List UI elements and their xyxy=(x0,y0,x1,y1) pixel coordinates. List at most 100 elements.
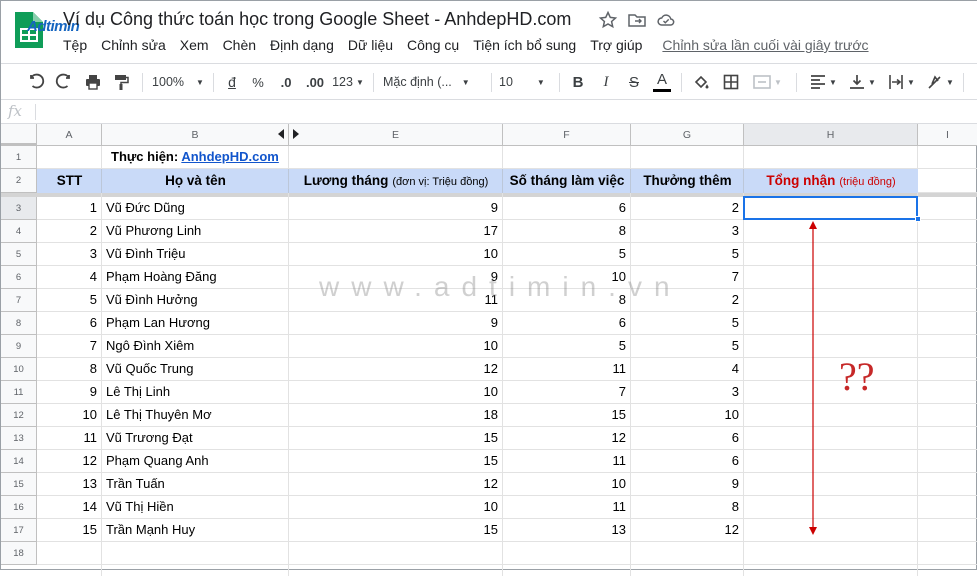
row-header[interactable]: 14 xyxy=(1,450,37,473)
cell-stt[interactable]: 2 xyxy=(37,220,101,242)
menu-format[interactable]: Định dạng xyxy=(270,37,334,55)
cell-salary[interactable]: 9 xyxy=(289,197,502,219)
cell-bonus[interactable]: 5 xyxy=(631,243,743,265)
header-name[interactable]: Họ và tên xyxy=(102,170,289,192)
cell-total[interactable] xyxy=(744,427,917,449)
cell-bonus[interactable]: 4 xyxy=(631,358,743,380)
cell-name[interactable]: Trần Mạnh Huy xyxy=(102,519,288,541)
author-cell[interactable]: Thực hiện: AnhdepHD.com xyxy=(107,146,307,169)
cell-total[interactable] xyxy=(744,312,917,334)
cell-name[interactable]: Trần Tuấn xyxy=(102,473,288,495)
borders-icon[interactable] xyxy=(719,64,743,100)
decrease-decimal-button[interactable]: .0 xyxy=(273,64,299,100)
column-header-i[interactable]: I xyxy=(918,124,977,146)
active-cell-selection[interactable] xyxy=(743,196,918,220)
cell-stt[interactable]: 11 xyxy=(37,427,101,449)
cell-stt[interactable]: 13 xyxy=(37,473,101,495)
cell-bonus[interactable]: 9 xyxy=(631,473,743,495)
header-total[interactable]: Tổng nhận (triệu đồng) xyxy=(744,170,918,193)
cell-name[interactable]: Vũ Đức Dũng xyxy=(102,197,288,219)
menu-insert[interactable]: Chèn xyxy=(223,37,256,55)
horizontal-align-icon[interactable]: ▼ xyxy=(805,64,841,100)
cell-bonus[interactable]: 5 xyxy=(631,312,743,334)
cell-months[interactable]: 6 xyxy=(503,312,630,334)
cell-total[interactable] xyxy=(744,519,917,541)
row-header[interactable]: 2 xyxy=(1,169,37,193)
row-header[interactable]: 15 xyxy=(1,473,37,496)
cloud-saved-icon[interactable] xyxy=(656,10,676,30)
cell-bonus[interactable]: 6 xyxy=(631,450,743,472)
cell-months[interactable]: 5 xyxy=(503,335,630,357)
cell-total[interactable] xyxy=(744,358,917,380)
column-header-b[interactable]: B xyxy=(102,124,289,146)
row-header[interactable]: 10 xyxy=(1,358,37,381)
cell-months[interactable]: 11 xyxy=(503,450,630,472)
menu-help[interactable]: Trợ giúp xyxy=(590,37,642,55)
cell-bonus[interactable]: 6 xyxy=(631,427,743,449)
cell-total[interactable] xyxy=(744,266,917,288)
redo-icon[interactable] xyxy=(51,64,77,100)
cell-total[interactable] xyxy=(744,381,917,403)
cell-salary[interactable]: 17 xyxy=(289,220,502,242)
author-link[interactable]: AnhdepHD.com xyxy=(181,149,279,164)
cell-bonus[interactable]: 10 xyxy=(631,404,743,426)
cell-total[interactable] xyxy=(744,220,917,242)
row-header[interactable]: 4 xyxy=(1,220,37,243)
header-bonus[interactable]: Thưởng thêm xyxy=(631,170,744,192)
cell-stt[interactable]: 3 xyxy=(37,243,101,265)
cell-salary[interactable]: 9 xyxy=(289,312,502,334)
cell-name[interactable]: Vũ Thị Hiền xyxy=(102,496,288,518)
cell-stt[interactable]: 6 xyxy=(37,312,101,334)
document-title[interactable]: Ví dụ Công thức toán học trong Google Sh… xyxy=(63,9,571,30)
cell-name[interactable]: Lê Thị Linh xyxy=(102,381,288,403)
cell-bonus[interactable]: 5 xyxy=(631,335,743,357)
cell-stt[interactable]: 12 xyxy=(37,450,101,472)
cell-salary[interactable]: 15 xyxy=(289,519,502,541)
currency-format-button[interactable]: đ xyxy=(221,64,243,100)
header-salary[interactable]: Lương tháng (đơn vị: Triệu đồng) xyxy=(289,170,503,193)
cell-total[interactable] xyxy=(744,335,917,357)
cell-stt[interactable]: 15 xyxy=(37,519,101,541)
row-header[interactable]: 17 xyxy=(1,519,37,542)
row-header[interactable]: 5 xyxy=(1,243,37,266)
cell-total[interactable] xyxy=(744,404,917,426)
print-icon[interactable] xyxy=(80,64,106,100)
menu-addons[interactable]: Tiện ích bổ sung xyxy=(473,37,576,55)
cell-months[interactable]: 8 xyxy=(503,220,630,242)
cell-total[interactable] xyxy=(744,496,917,518)
row-header[interactable]: 16 xyxy=(1,496,37,519)
strikethrough-button[interactable]: S xyxy=(623,64,645,100)
cell-name[interactable]: Phạm Hoàng Đăng xyxy=(102,266,288,288)
increase-decimal-button[interactable]: .00 xyxy=(301,64,329,100)
menu-edit[interactable]: Chỉnh sửa xyxy=(101,37,166,55)
cell-name[interactable]: Ngô Đình Xiêm xyxy=(102,335,288,357)
row-header[interactable]: 3 xyxy=(1,197,37,220)
cell-stt[interactable]: 9 xyxy=(37,381,101,403)
cell-salary[interactable]: 15 xyxy=(289,427,502,449)
cell-months[interactable]: 6 xyxy=(503,197,630,219)
last-edit-link[interactable]: Chỉnh sửa lần cuối vài giây trước xyxy=(662,37,868,55)
cell-salary[interactable]: 12 xyxy=(289,358,502,380)
cell-months[interactable]: 7 xyxy=(503,381,630,403)
cell-months[interactable]: 13 xyxy=(503,519,630,541)
cell-stt[interactable]: 10 xyxy=(37,404,101,426)
row-header[interactable]: 9 xyxy=(1,335,37,358)
cell-name[interactable]: Vũ Đình Hưởng xyxy=(102,289,288,311)
bold-button[interactable]: B xyxy=(567,64,589,100)
cell-salary[interactable]: 10 xyxy=(289,381,502,403)
star-icon[interactable] xyxy=(598,10,618,30)
italic-button[interactable]: I xyxy=(595,64,617,100)
cell-months[interactable]: 12 xyxy=(503,427,630,449)
cell-name[interactable]: Vũ Quốc Trung xyxy=(102,358,288,380)
text-color-button[interactable]: A xyxy=(651,64,673,100)
cell-stt[interactable]: 14 xyxy=(37,496,101,518)
cell-name[interactable]: Vũ Phương Linh xyxy=(102,220,288,242)
font-size-select[interactable]: 10 ▼ xyxy=(499,64,553,100)
cell-name[interactable]: Lê Thị Thuyên Mơ xyxy=(102,404,288,426)
cell-total[interactable] xyxy=(744,243,917,265)
cell-salary[interactable]: 10 xyxy=(289,335,502,357)
cell-months[interactable]: 11 xyxy=(503,358,630,380)
move-folder-icon[interactable] xyxy=(627,10,647,30)
cell-total[interactable] xyxy=(744,289,917,311)
cell-stt[interactable]: 7 xyxy=(37,335,101,357)
